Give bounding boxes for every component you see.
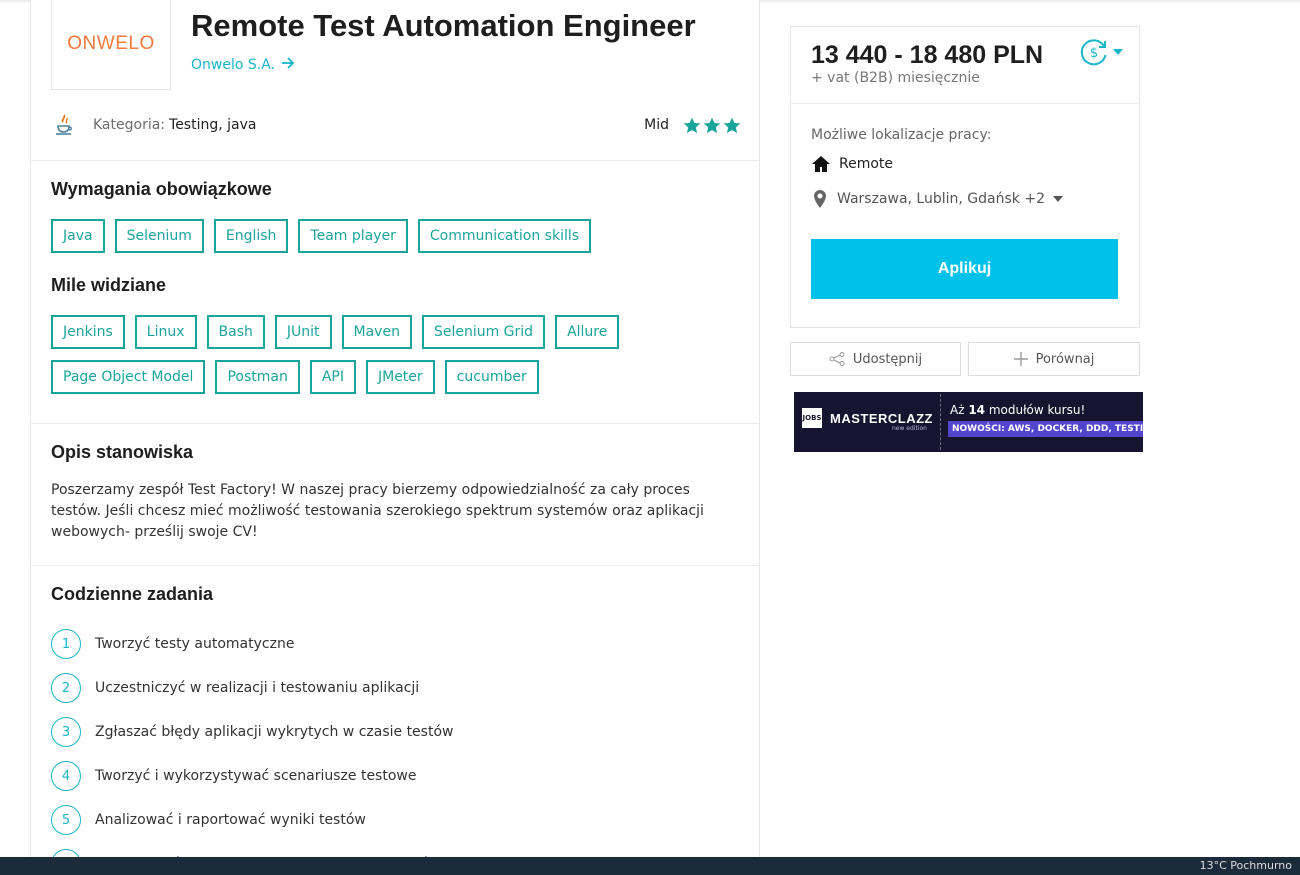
divider [31, 160, 759, 161]
experience-level: Mid [644, 117, 741, 134]
cities-label: Warszawa, Lublin, Gdańsk +2 [837, 191, 1045, 207]
nice-to-have-tag[interactable]: cucumber [444, 360, 539, 394]
nice-to-have-tag[interactable]: Jenkins [51, 315, 125, 349]
plus-icon [1013, 352, 1028, 366]
chevron-down-icon [1052, 196, 1063, 202]
task-item: 1 Tworzyć testy automatyczne [51, 622, 741, 666]
nice-to-have-tags: Jenkins Linux Bash JUnit Maven Selenium Grid A… [51, 315, 751, 394]
requirement-tag[interactable]: Selenium [114, 219, 204, 253]
divider [31, 423, 759, 424]
task-text: Zgłaszać błędy aplikacji wykrytych w cza… [95, 724, 454, 740]
locations-label: Możliwe lokalizacje pracy: [811, 127, 992, 143]
nice-to-have-tag[interactable]: Maven [341, 315, 412, 349]
banner-brand-name: MASTERCLAZZ [830, 410, 933, 426]
category-row: Kategoria: Testing, java Mid [51, 110, 741, 140]
nice-to-have-tag[interactable]: API [309, 360, 356, 394]
task-text: Uczestniczyć w realizacji i testowaniu a… [95, 680, 420, 696]
category-label: Kategoria: [93, 117, 166, 133]
nice-to-have-tag[interactable]: Postman [215, 360, 300, 394]
task-text: Analizować i raportować wyniki testów [95, 812, 366, 828]
nice-to-have-tag[interactable]: JMeter [365, 360, 435, 394]
tasks-list: 1 Tworzyć testy automatyczne 2 Uczestniczyć… [51, 622, 741, 875]
task-item: 3 Zgłaszać błędy aplikacji wykrytych w cz… [51, 710, 741, 754]
description-title: Opis stanowiska [51, 442, 194, 462]
share-icon [829, 352, 845, 366]
company-link[interactable]: Onwelo S.A. [191, 57, 295, 73]
share-button[interactable]: Udostępnij [790, 342, 961, 376]
nice-to-have-tag[interactable]: JUnit [274, 315, 332, 349]
compare-button[interactable]: Porównaj [968, 342, 1140, 376]
nice-to-have-tag[interactable]: Allure [555, 315, 620, 349]
os-taskbar: 13°C Pochmurno [0, 857, 1300, 875]
jj-logo: JOBS [802, 408, 822, 428]
category-value: Testing, java [169, 117, 257, 133]
task-number: 2 [51, 673, 81, 703]
level-label: Mid [644, 117, 669, 133]
company-logo-text: ONWELO [67, 32, 155, 54]
requirement-tag[interactable]: Communication skills [417, 219, 592, 253]
description-text: Poszerzamy zespół Test Factory! W naszej… [51, 482, 704, 540]
divider [791, 103, 1139, 104]
requirements-title: Wymagania obowiązkowe [51, 179, 272, 199]
requirements-tags: Java Selenium English Team player Communicat… [51, 219, 751, 253]
masterclazz-banner[interactable]: JOBS MASTERCLAZZ new edition Aż 14 moduł… [794, 392, 1143, 452]
remote-label: Remote [839, 156, 894, 172]
svg-text:$: $ [1090, 46, 1098, 61]
level-stars [683, 117, 741, 134]
tasks-title: Codzienne zadania [51, 584, 214, 604]
job-offer-card: ONWELO Remote Test Automation Engineer O… [30, 0, 760, 875]
task-text: Tworzyć i wykorzystywać scenariusze test… [95, 768, 417, 784]
star-icon [723, 117, 741, 133]
nice-to-have-tag[interactable]: Bash [206, 315, 265, 349]
star-icon [683, 117, 701, 133]
nice-to-have-title: Mile widziane [51, 275, 167, 295]
chevron-down-icon [1113, 49, 1123, 55]
banner-badge: NOWOŚCI: AWS, DOCKER, DDD, TESTING. [948, 421, 1143, 437]
task-item: 2 Uczestniczyć w realizacji i testowaniu … [51, 666, 741, 710]
share-label: Udostępnij [852, 351, 923, 367]
task-number: 3 [51, 717, 81, 747]
currency-exchange-icon: $ [1080, 39, 1107, 66]
requirement-tag[interactable]: Java [51, 219, 105, 253]
task-number: 1 [51, 629, 81, 659]
requirement-tag[interactable]: Team player [298, 219, 408, 253]
company-logo[interactable]: ONWELO [51, 0, 171, 90]
nice-to-have-tag[interactable]: Page Object Model [51, 360, 206, 394]
map-pin-icon [814, 190, 826, 208]
company-name: Onwelo S.A. [191, 57, 275, 73]
job-title: Remote Test Automation Engineer [191, 8, 696, 43]
task-item: 4 Tworzyć i wykorzystywać scenariusze tes… [51, 754, 741, 798]
salary-card: 13 440 - 18 480 PLN + vat (B2B) miesięcz… [790, 26, 1140, 328]
taskbar-weather[interactable]: 13°C Pochmurno [1200, 859, 1292, 872]
task-item: 5 Analizować i raportować wyniki testów [51, 798, 741, 842]
nice-to-have-tag[interactable]: Selenium Grid [421, 315, 546, 349]
salary-details: + vat (B2B) miesięcznie [811, 70, 980, 86]
location-cities[interactable]: Warszawa, Lublin, Gdańsk +2 [811, 189, 1063, 209]
banner-separator [940, 394, 941, 450]
requirement-tag[interactable]: English [213, 219, 289, 253]
banner-edition: new edition [892, 425, 927, 432]
task-number: 4 [51, 761, 81, 791]
currency-dropdown[interactable]: $ [1079, 37, 1123, 67]
compare-label: Porównaj [1035, 351, 1095, 367]
nice-to-have-tag[interactable]: Linux [134, 315, 197, 349]
divider [31, 565, 759, 566]
java-icon [51, 112, 77, 138]
apply-button[interactable]: Aplikuj [811, 239, 1118, 299]
task-number: 5 [51, 805, 81, 835]
home-icon [812, 156, 830, 172]
arrow-right-icon [281, 57, 295, 73]
location-remote: Remote [811, 155, 893, 173]
task-text: Tworzyć testy automatyczne [95, 636, 295, 652]
salary-range: 13 440 - 18 480 PLN [811, 41, 1044, 69]
banner-headline: Aż 14 modułów kursu! [950, 403, 1086, 417]
star-icon [703, 117, 721, 133]
